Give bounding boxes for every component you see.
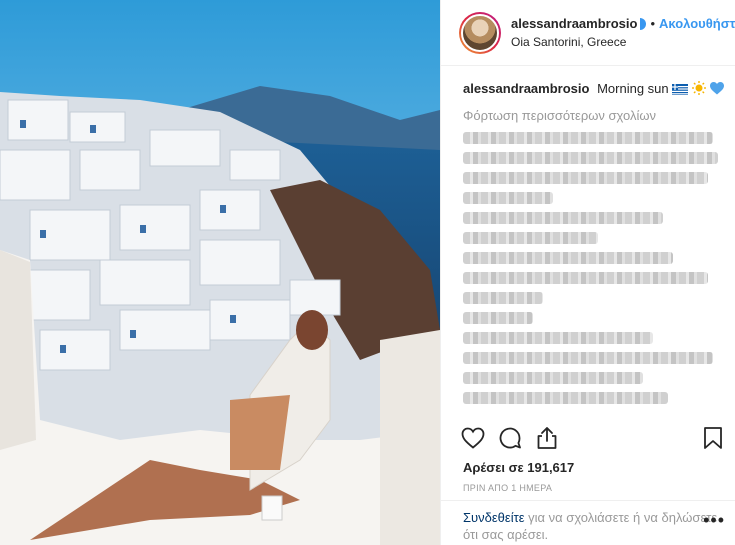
heart-icon[interactable] [459, 424, 487, 452]
likes-count[interactable]: Αρέσει σε 191,617 [463, 460, 574, 475]
post-photo[interactable] [0, 0, 440, 545]
post-panel: alessandraambrosio • Ακολουθήστε Oia San… [440, 0, 735, 545]
greek-flag-icon [672, 82, 689, 100]
post-header: alessandraambrosio • Ακολουθήστε Oia San… [441, 0, 735, 66]
post-timestamp: ΠΡΙΝ ΑΠΟ 1 ΗΜΕΡΑ [463, 483, 553, 493]
location-link[interactable]: Oia Santorini, Greece [511, 33, 735, 51]
login-prompt: Συνδεθείτε για να σχολιάσετε ή να δηλώσε… [441, 500, 735, 545]
caption-text: Morning sun [597, 81, 669, 96]
action-bar [459, 424, 727, 452]
load-more-comments[interactable]: Φόρτωση περισσότερων σχολίων [463, 108, 735, 123]
follow-button[interactable]: Ακολουθήστε [659, 15, 735, 33]
blurred-comments [463, 132, 723, 404]
comment-icon[interactable] [496, 424, 524, 452]
login-link[interactable]: Συνδεθείτε [463, 510, 525, 525]
comments-section: alessandraambrosio Morning sun Φόρτωση π… [441, 66, 735, 420]
caption: alessandraambrosio Morning sun [463, 80, 735, 100]
caption-username[interactable]: alessandraambrosio [463, 81, 589, 96]
share-icon[interactable] [533, 424, 561, 452]
instagram-post: alessandraambrosio • Ακολουθήστε Oia San… [0, 0, 735, 545]
separator-dot: • [650, 15, 656, 31]
avatar[interactable] [459, 11, 501, 54]
blue-heart-icon [709, 82, 724, 100]
bookmark-icon[interactable] [699, 424, 727, 452]
verified-badge-icon [640, 17, 647, 30]
more-options-icon[interactable]: ••• [703, 511, 725, 529]
sun-icon [691, 81, 706, 100]
header-username[interactable]: alessandraambrosio [511, 15, 637, 33]
